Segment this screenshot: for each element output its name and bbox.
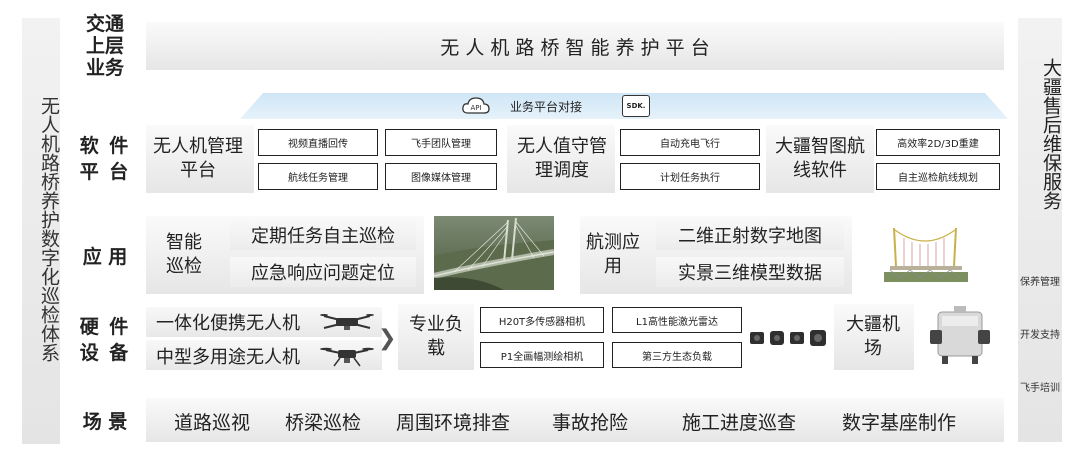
top-layer-label: 交通上层业务	[85, 13, 124, 79]
3d-bridge-model-image	[880, 222, 972, 288]
scene-item: 道路巡视	[174, 412, 251, 434]
payload-third-party: 第三方生态负载	[612, 342, 742, 368]
hardware-label: 硬 件 设 备	[79, 316, 131, 364]
medium-drone-label: 中型多用途无人机	[156, 347, 300, 368]
feature-pilot-team: 飞手团队管理	[385, 129, 497, 156]
payload-p1: P1全画幅测绘相机	[480, 342, 604, 368]
feature-auto-charge: 自动充电飞行	[620, 129, 760, 156]
payload-l1: L1高性能激光雷达	[612, 307, 742, 333]
scene-item: 数字基座制作	[842, 412, 957, 434]
software-label: 软 件 平 台	[79, 135, 131, 183]
scenes-label: 场 景	[82, 410, 128, 433]
survey-item: 实景三维模型数据	[656, 257, 844, 287]
payload-h20t: H20T多传感器相机	[480, 307, 604, 333]
payload-label: 专业负载	[409, 314, 463, 359]
smart-patrol-label: 智能巡检	[166, 232, 202, 277]
scene-item: 桥梁巡检	[285, 412, 362, 434]
scene-item: 事故抢险	[552, 412, 629, 434]
after-sales-item: 飞手培训	[1020, 383, 1060, 394]
platform-title-bar: 无 人 机 路 桥 智 能 养 护 平 台	[146, 22, 1004, 70]
uav-management-platform: 无人机管理平台	[153, 136, 243, 181]
platform-title: 无 人 机 路 桥 智 能 养 护 平 台	[440, 36, 710, 59]
after-sales-panel: 大疆售后维保服务 保养管理 开发支持 飞手培训	[1018, 18, 1062, 442]
after-sales-item: 保养管理	[1020, 277, 1060, 288]
application-label: 应 用	[82, 245, 128, 268]
patrol-item: 应急响应问题定位	[230, 257, 416, 287]
patrol-item: 定期任务自主巡检	[230, 220, 416, 250]
gimbal-cameras-icon	[748, 322, 830, 352]
after-sales-title: 大疆售后维保服务	[1040, 58, 1062, 210]
cloud-api-icon: API	[460, 94, 492, 118]
portable-drone-label: 一体化便携无人机	[156, 313, 300, 334]
feature-scheduled-task: 计划任务执行	[620, 163, 760, 190]
aerial-survey-label: 航测应用	[586, 232, 640, 277]
sdk-icon: SDK.	[622, 95, 650, 117]
after-sales-item: 开发支持	[1020, 330, 1060, 341]
scene-item: 周围环境排查	[396, 412, 511, 434]
left-side-title-panel: 无人机路桥养护数字化巡检体系	[22, 18, 60, 444]
feature-live-video: 视频直播回传	[258, 129, 378, 156]
medium-drone-icon	[320, 340, 374, 368]
feature-route-task: 航线任务管理	[258, 163, 378, 190]
bridge-photo-image	[434, 216, 554, 290]
left-side-title: 无人机路桥养护数字化巡检体系	[38, 96, 60, 362]
feature-auto-route-planning: 自主巡检航线规划	[876, 163, 1000, 190]
portable-drone-icon	[320, 308, 374, 334]
unattended-dispatch: 无人值守管理调度	[517, 136, 607, 181]
integration-label: 业务平台对接	[510, 100, 583, 114]
survey-item: 二维正射数字地图	[656, 220, 844, 250]
chevron-right-icon: ❯	[378, 326, 397, 351]
svg-text:API: API	[470, 104, 481, 112]
dock-label: 大疆机场	[846, 314, 900, 359]
scene-item: 施工进度巡查	[682, 412, 797, 434]
terra-route-software: 大疆智图航线软件	[775, 136, 865, 181]
feature-2d3d-reconstruction: 高效率2D/3D重建	[876, 129, 1000, 156]
feature-media-management: 图像媒体管理	[385, 163, 497, 190]
dji-dock-image	[924, 304, 996, 368]
